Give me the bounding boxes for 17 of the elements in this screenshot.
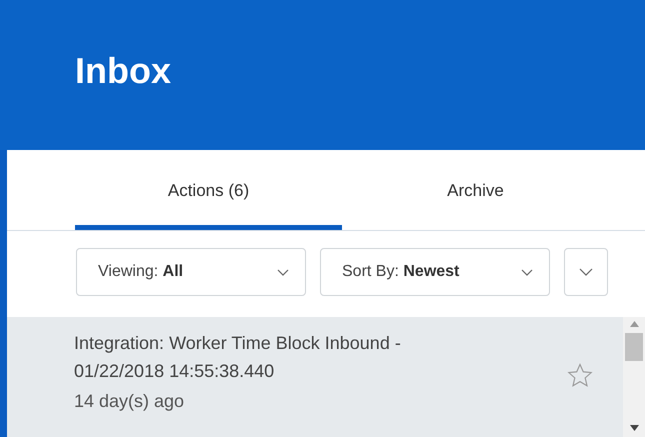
filter-dropdown[interactable]: Sort By: Newest	[320, 248, 550, 296]
tab[interactable]: Actions (6)	[75, 150, 342, 230]
scroll-up-icon[interactable]	[630, 321, 638, 327]
scrollbar[interactable]	[623, 317, 645, 437]
inbox-item[interactable]: Integration: Worker Time Block Inbound - 01/22/2018 14:55:38.440 14 day(s) ago	[7, 317, 623, 437]
chevron-down-icon	[521, 268, 533, 276]
chevron-down-icon	[277, 268, 289, 276]
expand-button[interactable]	[564, 248, 608, 296]
item-age: 14 day(s) ago	[74, 391, 186, 412]
item-title: Integration: Worker Time Block Inbound - 01/22/2018 14:55:38.440	[74, 332, 402, 383]
star-icon[interactable]	[567, 363, 593, 388]
page-title: Inbox	[75, 50, 171, 92]
filter-dropdown[interactable]: Viewing: All	[76, 248, 306, 296]
tab[interactable]: Archive	[342, 150, 609, 230]
scrollbar-thumb[interactable]	[625, 333, 643, 361]
chevron-down-icon	[579, 268, 593, 276]
scroll-down-icon[interactable]	[630, 425, 638, 431]
